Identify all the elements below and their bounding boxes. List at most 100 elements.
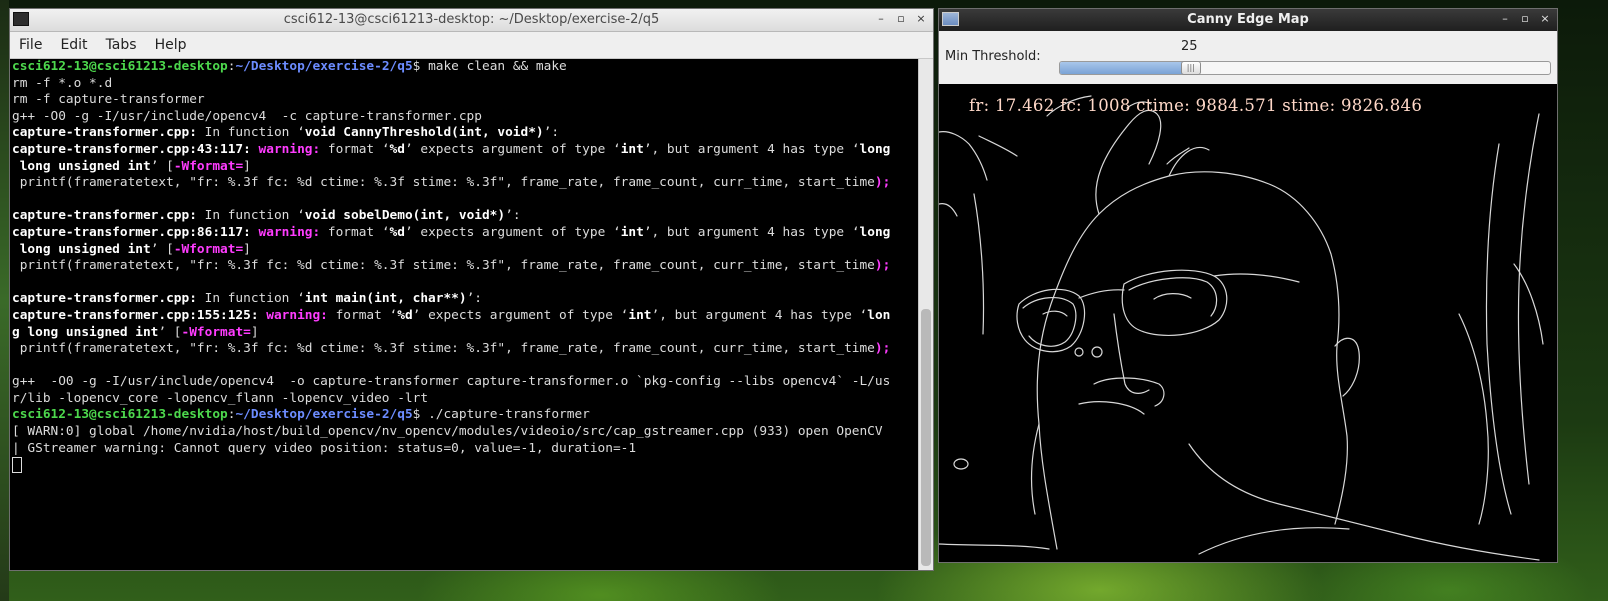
terminal-text-segment: g long unsigned int	[12, 324, 159, 340]
terminal-menubar: File Edit Tabs Help	[10, 32, 933, 59]
terminal-line: printf(frameratetext, "fr: %.3f fc: %d c…	[12, 258, 917, 275]
edge-drawing	[939, 95, 1544, 561]
terminal-text-segment: [ WARN:0] global /home/nvidia/host/build…	[12, 424, 883, 440]
desktop-background-strip	[0, 0, 9, 601]
terminal-text-segment: );	[874, 258, 891, 274]
terminal-text-segment: format ‘	[327, 141, 390, 157]
terminal-text-segment: warning:	[258, 141, 328, 157]
terminal-text-segment: format ‘	[327, 224, 390, 240]
terminal-text-segment: %d	[397, 307, 413, 323]
terminal-text-segment: );	[874, 341, 891, 357]
trackbar-value: 25	[1181, 39, 1198, 54]
terminal-text-segment: ’, but argument 4 has type ‘	[651, 307, 868, 323]
terminal-text-segment: -Wformat=	[173, 158, 244, 174]
terminal-text-segment: capture-transformer.cpp:	[12, 291, 197, 307]
terminal-text-segment: ’ [	[158, 324, 182, 340]
terminal-text-segment: ’, but argument 4 has type ‘	[643, 224, 860, 240]
terminal-text-segment: ]	[250, 324, 259, 340]
terminal-line: g long unsigned int’ [-Wformat=]	[12, 325, 917, 342]
terminal-line: capture-transformer.cpp:43:117: warning:…	[12, 142, 917, 159]
menu-file[interactable]: File	[10, 37, 51, 53]
terminal-output[interactable]: csci612-13@csci61213-desktop:~/Desktop/e…	[10, 59, 919, 570]
terminal-line: | GStreamer warning: Cannot query video …	[12, 441, 917, 458]
slider-fill	[1060, 62, 1190, 74]
terminal-text-segment: r/lib -lopencv_core -lopencv_flann -lope…	[12, 390, 429, 406]
edge-map-image: fr: 17.462 fc: 1008 ctime: 9884.571 stim…	[939, 84, 1557, 562]
terminal-text-segment: csci612-13@csci61213-desktop	[12, 59, 228, 74]
terminal-text-segment: printf(frameratetext, "fr: %.3f fc: %d c…	[12, 341, 875, 357]
terminal-line: ^	[12, 358, 917, 375]
terminal-text-segment: ~/Desktop/exercise-2/q5	[235, 407, 413, 423]
terminal-text-segment: ’:	[543, 125, 560, 141]
terminal-text-segment: In function ‘	[196, 208, 305, 224]
terminal-text-segment: format ‘	[335, 307, 398, 323]
terminal-text-segment: void sobelDemo(int, void*)	[304, 208, 506, 224]
terminal-text-segment: g++ -O0 -g -I/usr/include/opencv4 -o cap…	[12, 374, 891, 390]
terminal-text-segment: ’ [	[150, 241, 174, 257]
terminal-text-segment: ’ expects argument of type ‘	[412, 307, 629, 323]
terminal-text-segment: %d	[389, 141, 405, 157]
terminal-line: long unsigned int’ [-Wformat=]	[12, 159, 917, 176]
scrollbar-thumb[interactable]	[921, 309, 931, 566]
terminal-line: g++ -O0 -g -I/usr/include/opencv4 -c cap…	[12, 109, 917, 126]
terminal-line: ^	[12, 192, 917, 209]
terminal-text-segment: ’:	[466, 291, 482, 307]
minimize-icon[interactable]: –	[1497, 11, 1513, 27]
terminal-line: capture-transformer.cpp: In function ‘vo…	[12, 208, 917, 225]
terminal-text-segment: ]	[243, 241, 251, 257]
terminal-text-segment: int	[620, 224, 644, 240]
terminal-text-segment: printf(frameratetext, "fr: %.3f fc: %d c…	[12, 258, 875, 274]
maximize-icon[interactable]: ▫	[893, 11, 909, 27]
terminal-text-segment: int main(int, char**)	[304, 291, 467, 307]
menu-tabs[interactable]: Tabs	[97, 37, 146, 53]
terminal-line: capture-transformer.cpp: In function ‘vo…	[12, 125, 917, 142]
terminal-line: r/lib -lopencv_core -lopencv_flann -lope…	[12, 391, 917, 408]
terminal-text-segment: long	[859, 141, 891, 157]
terminal-titlebar[interactable]: csci612-13@csci61213-desktop: ~/Desktop/…	[10, 9, 933, 32]
terminal-line: capture-transformer.cpp: In function ‘in…	[12, 291, 917, 308]
terminal-text-segment: capture-transformer.cpp:43:117:	[12, 141, 259, 157]
min-threshold-slider[interactable]: |||	[1059, 61, 1551, 75]
close-icon[interactable]: ×	[913, 11, 929, 27]
maximize-icon[interactable]: ▫	[1517, 11, 1533, 27]
terminal-prompt-line[interactable]	[12, 457, 917, 474]
menu-help[interactable]: Help	[146, 37, 196, 53]
terminal-text-segment: printf(frameratetext, "fr: %.3f fc: %d c…	[12, 175, 875, 191]
terminal-text-segment: ’:	[505, 208, 521, 224]
terminal-text-segment: int	[620, 141, 644, 157]
terminal-text-segment: long unsigned int	[12, 241, 151, 257]
terminal-line: rm -f capture-transformer	[12, 92, 917, 109]
menu-edit[interactable]: Edit	[51, 37, 96, 53]
terminal-title: csci612-13@csci61213-desktop: ~/Desktop/…	[283, 12, 660, 27]
slider-handle[interactable]: |||	[1180, 61, 1201, 75]
terminal-text-segment: rm -f capture-transformer	[12, 92, 205, 108]
terminal-text-segment: $ make clean && make	[412, 59, 567, 74]
terminal-line: csci612-13@csci61213-desktop:~/Desktop/e…	[12, 407, 917, 424]
minimize-icon[interactable]: –	[873, 11, 889, 27]
terminal-text-segment: In function ‘	[196, 125, 305, 141]
terminal-line: [ WARN:0] global /home/nvidia/host/build…	[12, 424, 917, 441]
terminal-text-segment: lon	[867, 307, 891, 323]
terminal-line: ^	[12, 275, 917, 292]
canny-titlebar[interactable]: Canny Edge Map – ▫ ×	[939, 9, 1557, 31]
terminal-text-segment: ^	[12, 357, 919, 373]
terminal-text-segment: ^	[12, 274, 919, 290]
terminal-window[interactable]: csci612-13@csci61213-desktop: ~/Desktop/…	[9, 8, 934, 571]
terminal-text-segment: ’ [	[150, 158, 174, 174]
terminal-scrollbar[interactable]	[918, 59, 933, 570]
terminal-text-segment: ’ expects argument of type ‘	[404, 141, 621, 157]
trackbar-label: Min Threshold:	[945, 49, 1041, 64]
close-icon[interactable]: ×	[1537, 11, 1553, 27]
terminal-text-segment: int	[628, 307, 652, 323]
terminal-line: capture-transformer.cpp:155:125: warning…	[12, 308, 917, 325]
terminal-text-segment: );	[874, 175, 891, 191]
terminal-text-segment: -Wformat=	[173, 241, 244, 257]
terminal-text-segment: capture-transformer.cpp:155:125:	[12, 307, 267, 323]
canny-window[interactable]: Canny Edge Map – ▫ × Min Threshold: 25 |…	[938, 8, 1558, 563]
terminal-text-segment: $ ./capture-transformer	[412, 407, 590, 423]
terminal-line: g++ -O0 -g -I/usr/include/opencv4 -o cap…	[12, 374, 917, 391]
frame-rate-overlay: fr: 17.462 fc: 1008 ctime: 9884.571 stim…	[969, 96, 1423, 115]
terminal-text-segment: ]	[243, 158, 251, 174]
terminal-line: printf(frameratetext, "fr: %.3f fc: %d c…	[12, 175, 917, 192]
terminal-text-segment: | GStreamer warning: Cannot query video …	[12, 440, 637, 456]
